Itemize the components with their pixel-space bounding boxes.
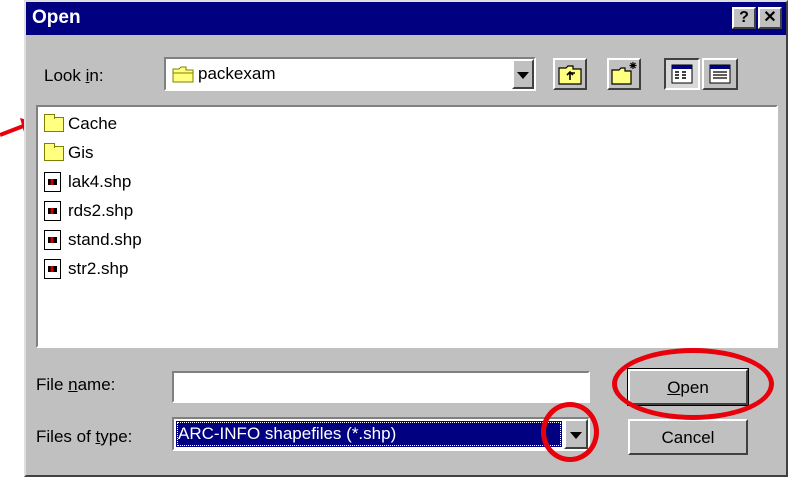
files-of-type-combobox[interactable]: ARC-INFO shapefiles (*.shp) bbox=[172, 417, 590, 451]
folder-icon bbox=[44, 143, 64, 163]
folder-icon bbox=[172, 64, 194, 84]
list-item[interactable]: Cache bbox=[44, 111, 117, 137]
chevron-down-icon bbox=[517, 72, 529, 79]
annotation-circle-dropdown bbox=[541, 402, 599, 462]
title-bar: Open ? ✕ bbox=[26, 2, 786, 35]
file-name-input[interactable] bbox=[172, 371, 590, 403]
file-name-label: File name: bbox=[36, 375, 116, 394]
file-name-text: lak4.shp bbox=[68, 172, 132, 191]
list-item[interactable]: lak4.shp bbox=[44, 169, 131, 195]
shapefile-icon bbox=[44, 172, 64, 192]
details-view-icon bbox=[709, 64, 731, 84]
cancel-button[interactable]: Cancel bbox=[628, 419, 748, 455]
help-icon: ? bbox=[739, 9, 749, 26]
file-name-text: Gis bbox=[68, 143, 94, 162]
folder-icon bbox=[44, 114, 64, 134]
list-item[interactable]: stand.shp bbox=[44, 227, 142, 253]
file-type-selection: ARC-INFO shapefiles (*.shp) bbox=[176, 421, 562, 447]
list-item[interactable]: rds2.shp bbox=[44, 198, 133, 224]
close-icon: ✕ bbox=[763, 9, 777, 26]
file-name-text: str2.shp bbox=[68, 259, 129, 278]
file-list[interactable]: Cache Gis lak4.shp rds2.shp stand.shp str2.sh… bbox=[36, 105, 778, 348]
files-of-type-label: Files of type: bbox=[36, 427, 133, 446]
new-folder-icon bbox=[611, 62, 637, 85]
create-new-folder-button[interactable] bbox=[607, 58, 641, 90]
shapefile-icon bbox=[44, 201, 64, 221]
look-in-label: Look in: bbox=[44, 66, 104, 85]
file-name-text: Cache bbox=[68, 114, 118, 133]
annotation-circle-open bbox=[612, 348, 774, 420]
file-type-value: ARC-INFO shapefiles (*.shp) bbox=[178, 424, 397, 443]
file-name-text: rds2.shp bbox=[68, 201, 134, 220]
list-view-button[interactable] bbox=[664, 58, 700, 90]
cancel-button-label: Cancel bbox=[661, 428, 715, 447]
list-item[interactable]: str2.shp bbox=[44, 256, 128, 282]
list-item[interactable]: Gis bbox=[44, 140, 94, 166]
shapefile-icon bbox=[44, 230, 64, 250]
list-view-icon bbox=[671, 64, 693, 84]
shapefile-icon bbox=[44, 259, 64, 279]
details-view-button[interactable] bbox=[702, 58, 738, 90]
close-button[interactable]: ✕ bbox=[758, 7, 782, 29]
look-in-combobox[interactable]: packexam bbox=[164, 57, 536, 91]
look-in-dropdown-button[interactable] bbox=[512, 59, 534, 89]
help-button[interactable]: ? bbox=[732, 7, 756, 29]
up-folder-icon bbox=[558, 65, 582, 85]
up-one-level-button[interactable] bbox=[553, 58, 587, 90]
look-in-value: packexam bbox=[198, 64, 276, 83]
file-name-text: stand.shp bbox=[68, 230, 142, 249]
dialog-title: Open bbox=[32, 7, 81, 28]
